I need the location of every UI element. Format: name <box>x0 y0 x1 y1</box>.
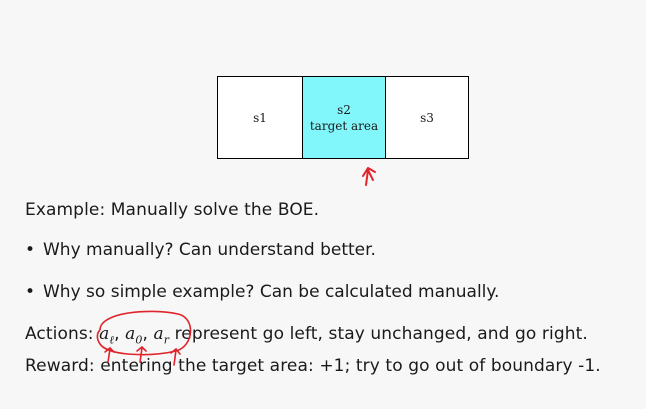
cell-s2-target: s2 target area <box>303 77 386 158</box>
action-right: ar <box>153 324 169 346</box>
bullet-1: • Why manually? Can understand better. <box>25 240 376 260</box>
grid-world: s1 s2 target area s3 <box>217 76 469 159</box>
action-right-symbol: a <box>153 324 164 344</box>
bullet-2-text: Why so simple example? Can be calculated… <box>43 282 500 302</box>
bullet-dot: • <box>25 240 36 260</box>
bullet-1-text: Why manually? Can understand better. <box>43 240 376 260</box>
cell-s2-sublabel: target area <box>309 118 379 133</box>
comma: , <box>142 324 154 344</box>
cell-s2-label: s2 <box>337 102 351 117</box>
actions-suffix: represent go left, stay unchanged, and g… <box>169 324 588 344</box>
cell-s3: s3 <box>386 77 468 158</box>
action-stay-symbol: a <box>125 324 136 344</box>
cell-s3-label: s3 <box>420 110 434 125</box>
target-arrow-mark <box>362 167 376 186</box>
actions-prefix: Actions: <box>25 324 100 344</box>
action-left-symbol: a <box>99 324 110 344</box>
actions-line: Actions: aℓ, a0, ar represent go left, s… <box>25 324 588 346</box>
cell-s1-label: s1 <box>253 110 267 125</box>
action-stay: a0 <box>125 324 142 346</box>
bullet-2: • Why so simple example? Can be calculate… <box>25 282 499 302</box>
example-line: Example: Manually solve the BOE. <box>25 200 320 220</box>
cell-s1: s1 <box>218 77 303 158</box>
bullet-dot: • <box>25 282 36 302</box>
reward-line: Reward: entering the target area: +1; tr… <box>25 356 601 376</box>
action-left: aℓ <box>99 324 114 346</box>
comma: , <box>114 324 126 344</box>
